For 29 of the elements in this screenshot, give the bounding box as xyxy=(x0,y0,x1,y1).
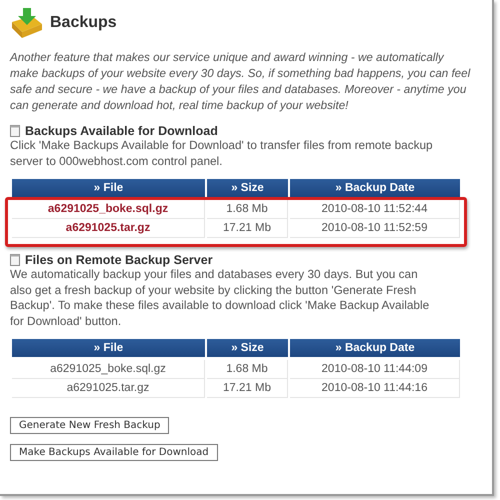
table-cell: 1.68 Mb xyxy=(207,360,288,379)
download-box-icon xyxy=(10,8,44,38)
action-button[interactable]: Generate New Fresh Backup xyxy=(10,417,170,434)
table-cell: 17.21 Mb xyxy=(207,219,288,238)
table-cell: 1.68 Mb xyxy=(207,200,288,219)
document-icon xyxy=(10,254,20,266)
table-cell: 2010-08-10 11:52:59 xyxy=(290,219,460,238)
table-cell: 2010-08-10 11:52:44 xyxy=(290,200,460,219)
column-header: » Backup Date xyxy=(290,339,460,357)
section-heading: Backups Available for Download xyxy=(25,124,218,138)
section-description: We automatically backup your files and databases every 30 days. But you can also get a fresh backup of your website by clicking the button 'Generate Fresh Backup'. To make these files available to download click 'Make Backup Available for Download' button. xyxy=(10,267,430,329)
table-cell: 17.21 Mb xyxy=(207,379,288,398)
column-header: » File xyxy=(12,339,205,357)
section-description: Click 'Make Backups Available for Download' to transfer files from remote backup server to 000webhost.com control panel. xyxy=(10,138,434,169)
table-cell: 2010-08-10 11:44:16 xyxy=(290,379,460,398)
column-header: » Backup Date xyxy=(290,179,460,197)
document-icon xyxy=(10,125,20,137)
section-heading: Files on Remote Backup Server xyxy=(25,253,213,267)
file-link[interactable]: a6291025.tar.gz xyxy=(12,219,205,238)
table-cell: a6291025_boke.sql.gz xyxy=(12,360,205,379)
table-cell: 2010-08-10 11:44:09 xyxy=(290,360,460,379)
action-button[interactable]: Make Backups Available for Download xyxy=(10,444,218,461)
file-link[interactable]: a6291025_boke.sql.gz xyxy=(12,200,205,219)
column-header: » Size xyxy=(207,179,288,197)
column-header: » File xyxy=(12,179,205,197)
column-header: » Size xyxy=(207,339,288,357)
page-title: Backups xyxy=(50,14,117,32)
table-cell: a6291025.tar.gz xyxy=(12,379,205,398)
intro-paragraph: Another feature that makes our service unique and award winning - we automatically make backups of your website every 30 days. So, if something bad happens, you can feel safe and secure - we have a backup of your files and databases. Moreover - anytime you can generate and download hot, real time backup of your website! xyxy=(10,50,472,114)
